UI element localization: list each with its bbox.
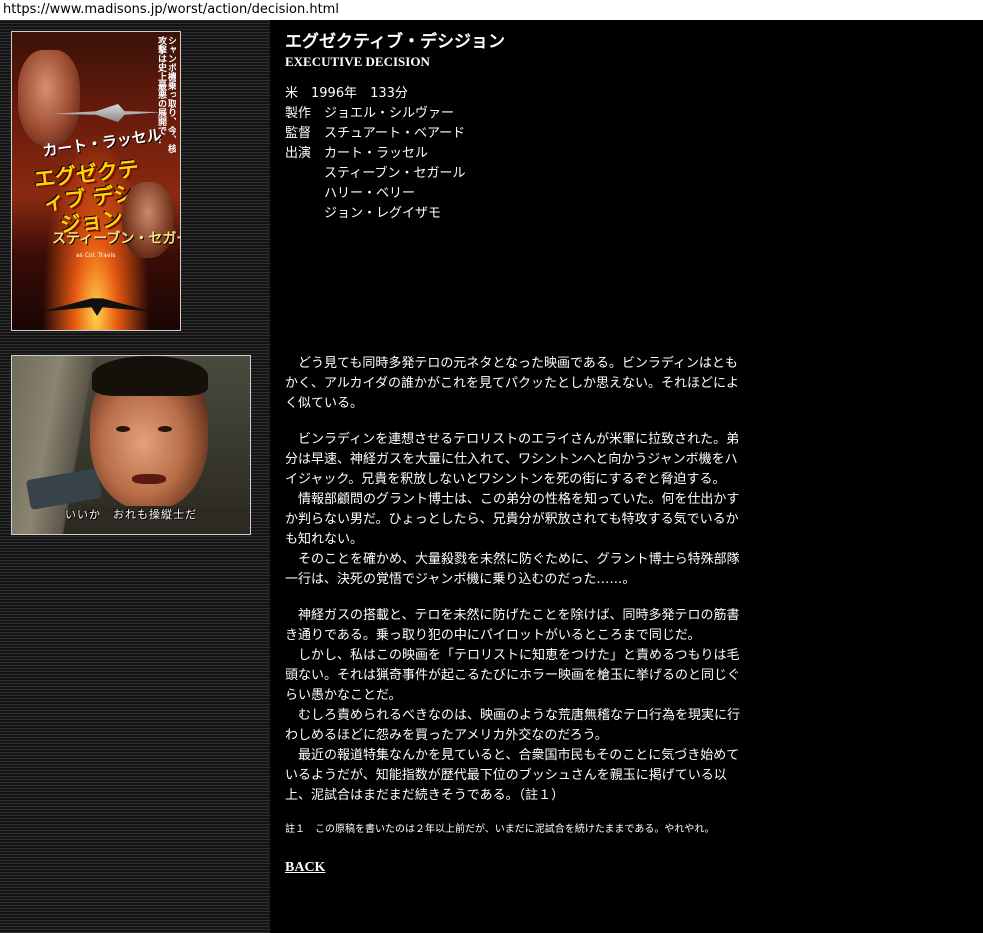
credit-value: カート・ラッセル bbox=[324, 146, 429, 161]
credit-value: ジョエル・シルヴァー bbox=[324, 106, 455, 121]
address-bar[interactable]: https://www.madisons.jp/worst/action/dec… bbox=[0, 0, 983, 20]
review-text: どう見ても同時多発テロの元ネタとなった映画である。ビンラディンはともかく、アルカ… bbox=[285, 354, 745, 806]
still-caption: いいか おれも操縦士だ bbox=[65, 508, 197, 521]
credit-label bbox=[285, 184, 324, 204]
english-title: EXECUTIVE DECISION bbox=[285, 54, 430, 69]
credit-label: 出演 bbox=[285, 146, 312, 161]
review-paragraph: 情報部顧問のグラント博士は、この弟分の性格を知っていた。何を仕出かすか判らない男… bbox=[285, 492, 740, 547]
still-eye-left bbox=[116, 426, 130, 432]
credit-label: 監督 bbox=[285, 126, 312, 141]
credit-row: 製作 ジョエル・シルヴァー bbox=[285, 104, 745, 124]
credit-row: スティーブン・セガール bbox=[285, 164, 745, 184]
credit-value: スチュアート・ベアード bbox=[324, 126, 466, 141]
movie-poster-image: シャンボ機乗っ取り、今、核攻撃は史上最悪の展開で… カート・ラッセル エグゼクテ… bbox=[11, 31, 181, 331]
poster-sub: as Col. Travis bbox=[76, 252, 116, 259]
credit-label bbox=[285, 164, 324, 184]
footnote: 註１ この原稿を書いたのは２年以上前だが、いまだに泥試合を続けたままである。やれ… bbox=[285, 824, 715, 835]
credit-value: ジョン・レグイザモ bbox=[324, 206, 442, 221]
movie-still-image: いいか おれも操縦士だ bbox=[11, 355, 251, 535]
still-eye-right bbox=[158, 426, 172, 432]
poster-jet bbox=[42, 298, 152, 316]
credit-value: ハリー・ベリー bbox=[324, 186, 416, 201]
credit-row: 監督 スチュアート・ベアード bbox=[285, 124, 745, 144]
credit-value: スティーブン・セガール bbox=[324, 166, 466, 181]
review-paragraph: どう見ても同時多発テロの元ネタとなった映画である。ビンラディンはともかく、アルカ… bbox=[285, 356, 739, 411]
back-link[interactable]: BACK bbox=[285, 860, 325, 876]
still-mouth bbox=[132, 474, 166, 484]
credit-row: 出演 カート・ラッセル bbox=[285, 144, 745, 164]
credit-row: ハリー・ベリー bbox=[285, 184, 745, 204]
url-text[interactable]: https://www.madisons.jp/worst/action/dec… bbox=[3, 2, 339, 17]
credits: 米 1996年 133分 製作 ジョエル・シルヴァー 監督 スチュアート・ベアー… bbox=[285, 84, 745, 224]
review-paragraph: そのことを確かめ、大量殺戮を未然に防ぐために、グラント博士ら特殊部隊一行は、決死… bbox=[285, 552, 740, 587]
still-gun bbox=[25, 467, 103, 511]
review-paragraph: 神経ガスの搭載と、テロを未然に防げたことを除けば、同時多発テロの筋書き通りである… bbox=[285, 608, 740, 643]
poster-face-left bbox=[18, 50, 80, 146]
still-hair bbox=[92, 356, 208, 396]
review-paragraph: 最近の報道特集なんかを見ていると、合衆国市民もそのことに気づき始めているようだが… bbox=[285, 748, 740, 803]
release-meta: 米 1996年 133分 bbox=[285, 86, 408, 101]
review-paragraph: むしろ責められるべきなのは、映画のような荒唐無稽なテロ行為を現実に行わしめるほど… bbox=[285, 708, 741, 743]
review-paragraph: しかし、私はこの映画を「テロリストに知恵をつけた」と責めるつもりは毛頭ない。それ… bbox=[285, 648, 741, 703]
page-title: エグゼクティブ・デシジョン bbox=[285, 32, 505, 52]
credit-label bbox=[285, 204, 324, 224]
credit-row: ジョン・レグイザモ bbox=[285, 204, 745, 224]
poster-star: スティーブン・セガール bbox=[52, 231, 180, 247]
movie-info: エグゼクティブ・デシジョン EXECUTIVE DECISION 米 1996年… bbox=[285, 30, 745, 224]
credit-label: 製作 bbox=[285, 106, 312, 121]
review-paragraph: ビンラディンを連想させるテロリストのエライさんが米軍に拉致された。弟分は早速、神… bbox=[285, 432, 740, 487]
